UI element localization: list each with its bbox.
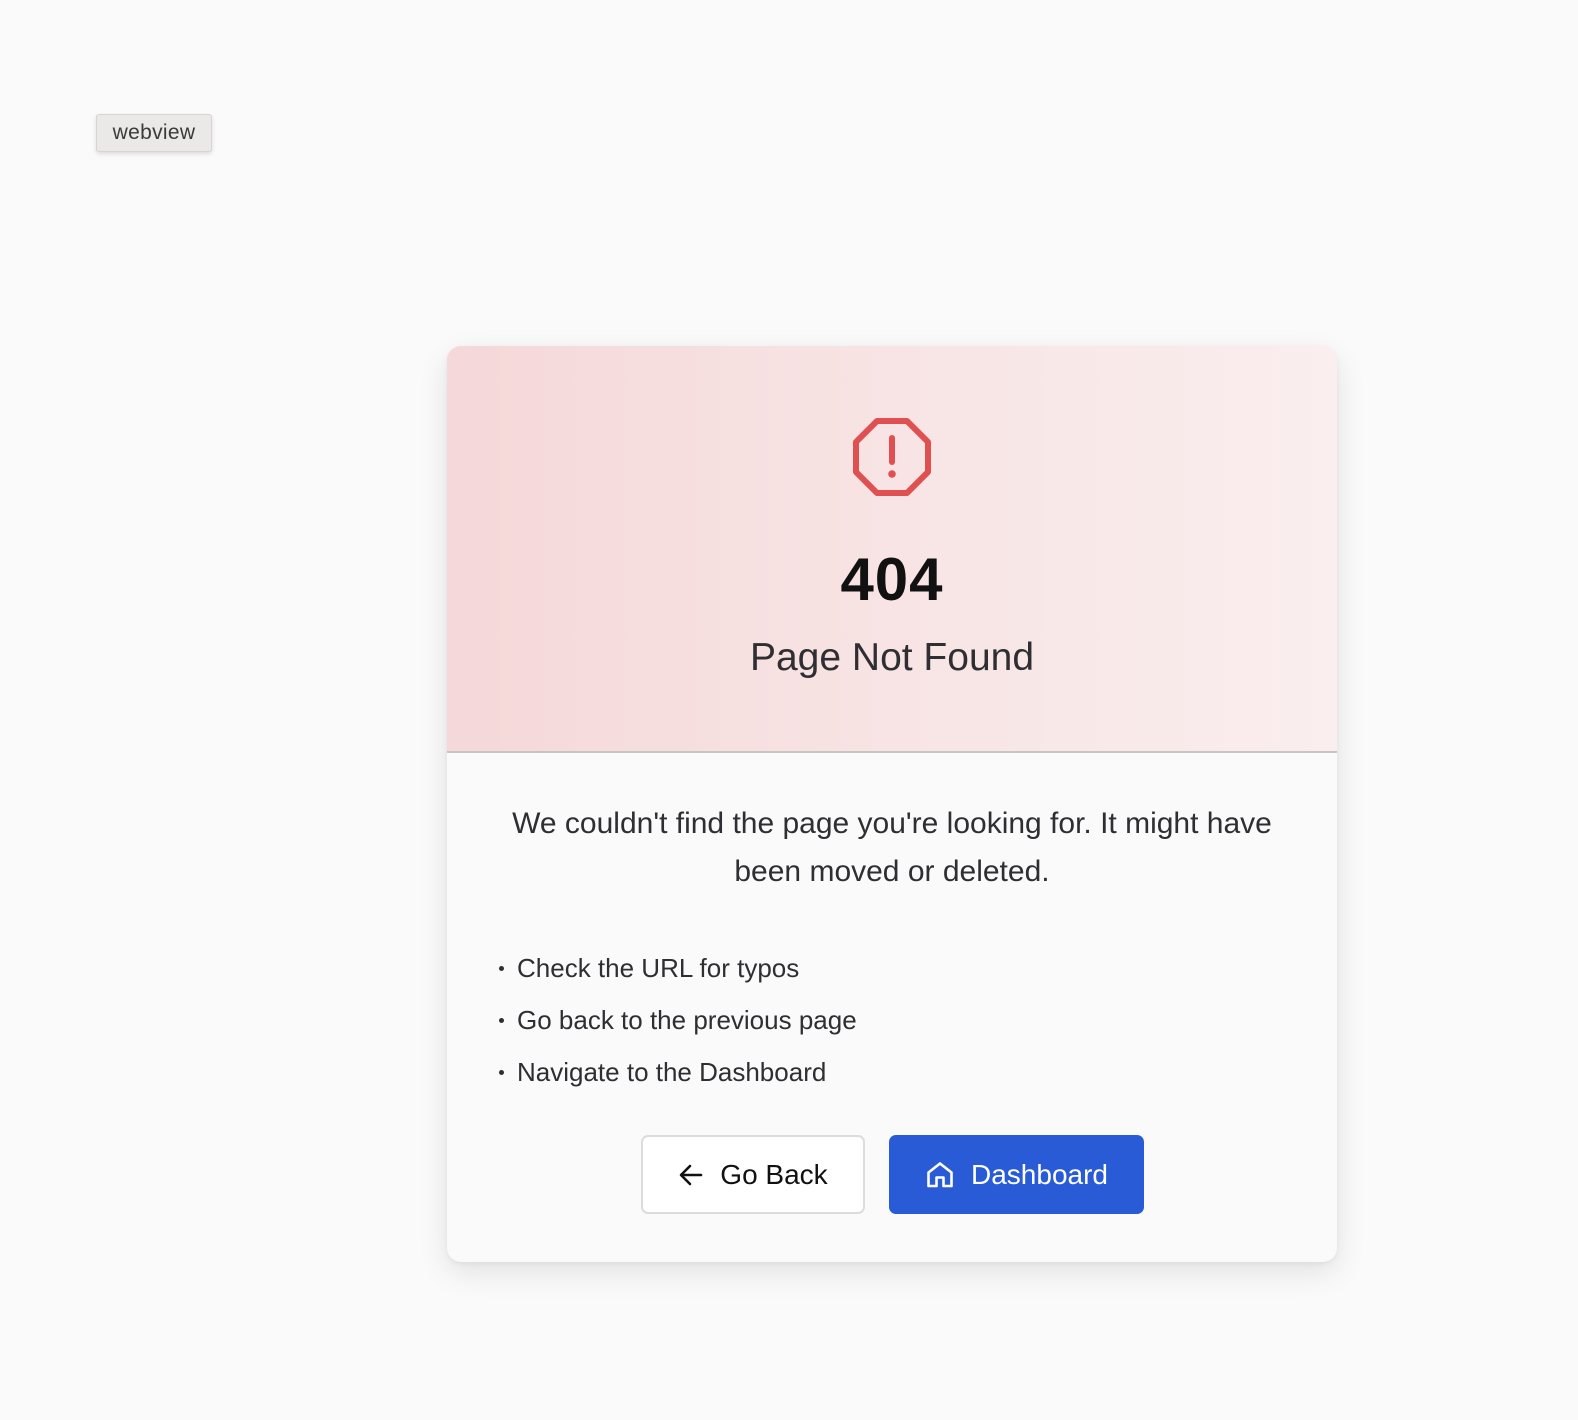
webview-tag-label: webview (112, 121, 196, 144)
error-card-header: 404 Page Not Found (447, 346, 1337, 753)
list-item: Check the URL for typos (495, 942, 857, 994)
go-back-label: Go Back (720, 1158, 828, 1190)
list-item: Navigate to the Dashboard (495, 1046, 857, 1098)
webview-tag: webview (96, 114, 212, 152)
error-title: Page Not Found (749, 636, 1035, 679)
bullet-dot (499, 965, 504, 971)
suggestions-list: Check the URL for typos Go back to the p… (495, 942, 857, 1098)
list-item: Go back to the previous page (495, 994, 857, 1046)
error-code: 404 (840, 546, 944, 613)
error-message: We couldn't find the page you're looking… (512, 807, 1272, 888)
dashboard-label: Dashboard (971, 1158, 1108, 1190)
bullet-dot (499, 1017, 504, 1023)
error-card: 404 Page Not Found We couldn't find the … (447, 346, 1337, 1262)
arrow-left-icon (678, 1162, 704, 1188)
suggestion-text: Go back to the previous page (517, 1005, 857, 1035)
bullet-dot (499, 1069, 504, 1075)
suggestion-text: Check the URL for typos (517, 953, 800, 983)
suggestion-text: Navigate to the Dashboard (517, 1057, 827, 1087)
alert-octagon-icon (853, 418, 931, 496)
home-icon (925, 1160, 955, 1190)
dashboard-button[interactable]: Dashboard (889, 1135, 1144, 1214)
go-back-button[interactable]: Go Back (641, 1135, 865, 1214)
